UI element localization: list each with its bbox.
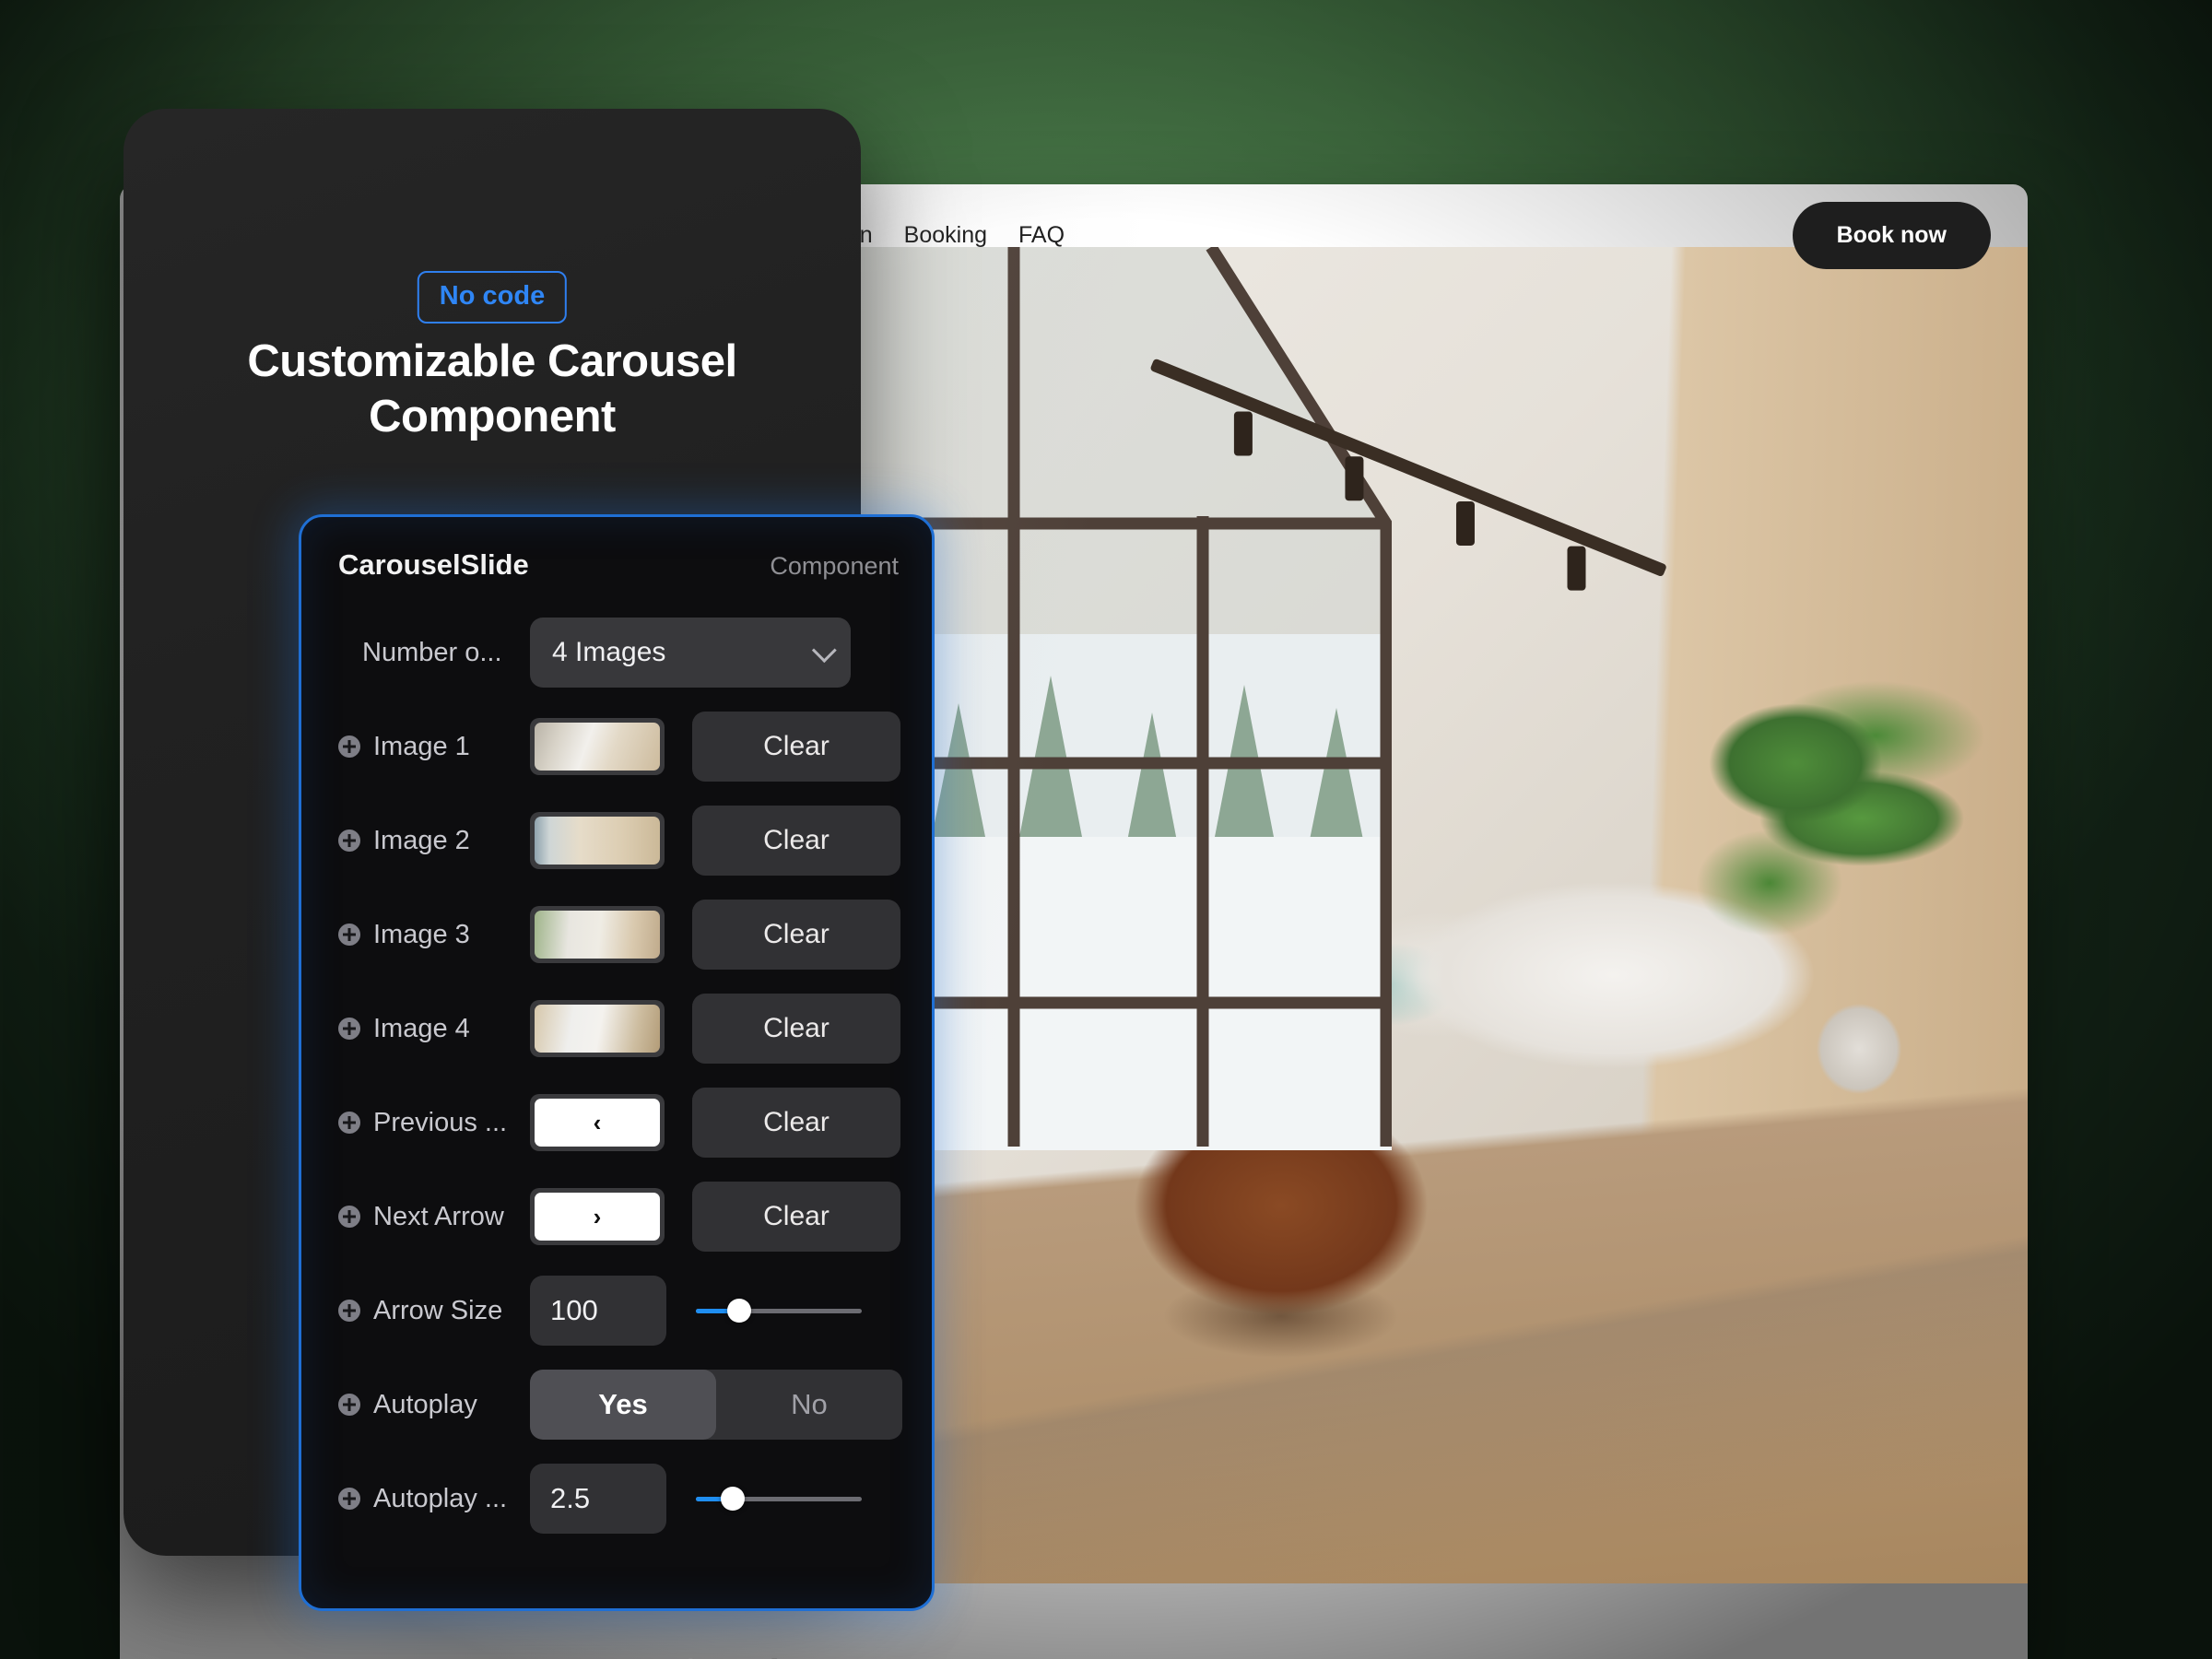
image-3-thumbnail[interactable] — [530, 906, 665, 963]
plus-circle-icon[interactable] — [338, 924, 360, 946]
image-4-label-group: Image 4 — [325, 1014, 530, 1044]
plus-circle-icon[interactable] — [338, 1112, 360, 1134]
image-2-label: Image 2 — [373, 825, 470, 855]
number-of-images-select[interactable]: 4 Images — [530, 618, 851, 688]
screenshot-stage: ...ng.com 9 / 5 Home Gallery Facilities … — [0, 0, 2212, 1659]
previous-arrow-swatch[interactable]: ‹ — [530, 1094, 665, 1151]
image-2-label-group: Image 2 — [325, 826, 530, 856]
arrow-size-input[interactable]: 100 — [530, 1276, 666, 1346]
previous-arrow-label: Previous ... — [373, 1107, 508, 1137]
component-name: CarouselSlide — [338, 548, 529, 581]
image-4-thumbnail[interactable] — [530, 1000, 665, 1057]
arrow-size-label: Arrow Size — [373, 1295, 503, 1325]
previous-arrow-label-group: Previous ... — [325, 1108, 530, 1138]
carousel-next-button[interactable]: › — [770, 1642, 783, 1659]
autoplay-label: Autoplay — [373, 1389, 477, 1419]
number-of-images-label: Number o... — [362, 637, 502, 667]
image-4-clear-button[interactable]: Clear — [692, 994, 900, 1064]
row-previous-arrow: Previous ... ‹ Clear — [325, 1076, 908, 1170]
arrow-size-slider[interactable] — [696, 1297, 862, 1324]
image-3-clear-button[interactable]: Clear — [692, 900, 900, 970]
image-4-label: Image 4 — [373, 1013, 470, 1043]
chevron-left-icon: ‹ — [535, 1099, 660, 1147]
slider-thumb[interactable] — [726, 1299, 751, 1323]
image-1-thumbnail[interactable] — [530, 718, 665, 775]
plus-circle-icon[interactable] — [338, 1394, 360, 1416]
plus-circle-icon[interactable] — [338, 1018, 360, 1040]
row-autoplay: Autoplay Yes No — [325, 1358, 908, 1452]
next-arrow-label: Next Arrow — [373, 1201, 504, 1231]
plus-circle-icon[interactable] — [338, 1206, 360, 1228]
autoplay-label-group: Autoplay — [325, 1390, 530, 1420]
component-inspector: CarouselSlide Component Number o... 4 Im… — [299, 514, 935, 1611]
customization-panel: No code Customizable Carousel Component … — [124, 109, 935, 1611]
plus-circle-icon[interactable] — [338, 830, 360, 852]
chevron-down-icon — [811, 637, 837, 663]
image-1-label: Image 1 — [373, 731, 470, 761]
autoplay-no-option[interactable]: No — [716, 1370, 902, 1440]
row-next-arrow: Next Arrow › Clear — [325, 1170, 908, 1264]
row-arrow-size: Arrow Size 100 — [325, 1264, 908, 1358]
plus-circle-icon[interactable] — [338, 1300, 360, 1322]
no-code-badge[interactable]: No code — [417, 271, 568, 324]
plus-circle-icon[interactable] — [338, 735, 360, 758]
row-image-4: Image 4 Clear — [325, 982, 908, 1076]
panel-title: Customizable Carousel Component — [247, 336, 737, 441]
number-of-images-value: 4 Images — [552, 637, 666, 667]
previous-arrow-clear-button[interactable]: Clear — [692, 1088, 900, 1158]
autoplay-duration-label-group: Autoplay ... — [325, 1484, 530, 1514]
row-image-3: Image 3 Clear — [325, 888, 908, 982]
chevron-right-icon: › — [535, 1193, 660, 1241]
image-3-label-group: Image 3 — [325, 920, 530, 950]
autoplay-segmented-control: Yes No — [530, 1370, 902, 1440]
row-number-of-images: Number o... 4 Images — [325, 606, 908, 700]
image-1-clear-button[interactable]: Clear — [692, 712, 900, 782]
next-arrow-clear-button[interactable]: Clear — [692, 1182, 900, 1252]
component-kind-label: Component — [770, 552, 899, 580]
next-arrow-label-group: Next Arrow — [325, 1202, 530, 1232]
autoplay-duration-label: Autoplay ... — [373, 1483, 508, 1513]
nav-item-booking[interactable]: Booking — [904, 222, 987, 249]
image-2-clear-button[interactable]: Clear — [692, 806, 900, 876]
row-autoplay-duration: Autoplay ... 2.5 — [325, 1452, 908, 1546]
autoplay-duration-input[interactable]: 2.5 — [530, 1464, 666, 1534]
image-1-label-group: Image 1 — [325, 732, 530, 762]
arrow-size-label-group: Arrow Size — [325, 1296, 530, 1326]
slider-thumb[interactable] — [720, 1487, 745, 1511]
next-arrow-swatch[interactable]: › — [530, 1188, 665, 1245]
row-image-2: Image 2 Clear — [325, 794, 908, 888]
image-2-thumbnail[interactable] — [530, 812, 665, 869]
autoplay-yes-option[interactable]: Yes — [530, 1370, 716, 1440]
row-image-1: Image 1 Clear — [325, 700, 908, 794]
inspector-header: CarouselSlide Component — [325, 543, 908, 582]
book-now-button[interactable]: Book now — [1792, 201, 1991, 269]
carousel-prev-button[interactable]: ‹ — [680, 1642, 694, 1659]
image-3-label: Image 3 — [373, 919, 470, 949]
carousel-nav: ‹ › — [636, 1622, 949, 1659]
autoplay-duration-slider[interactable] — [696, 1485, 862, 1512]
nav-item-faq[interactable]: FAQ — [1018, 222, 1065, 249]
plus-circle-icon[interactable] — [338, 1488, 360, 1510]
